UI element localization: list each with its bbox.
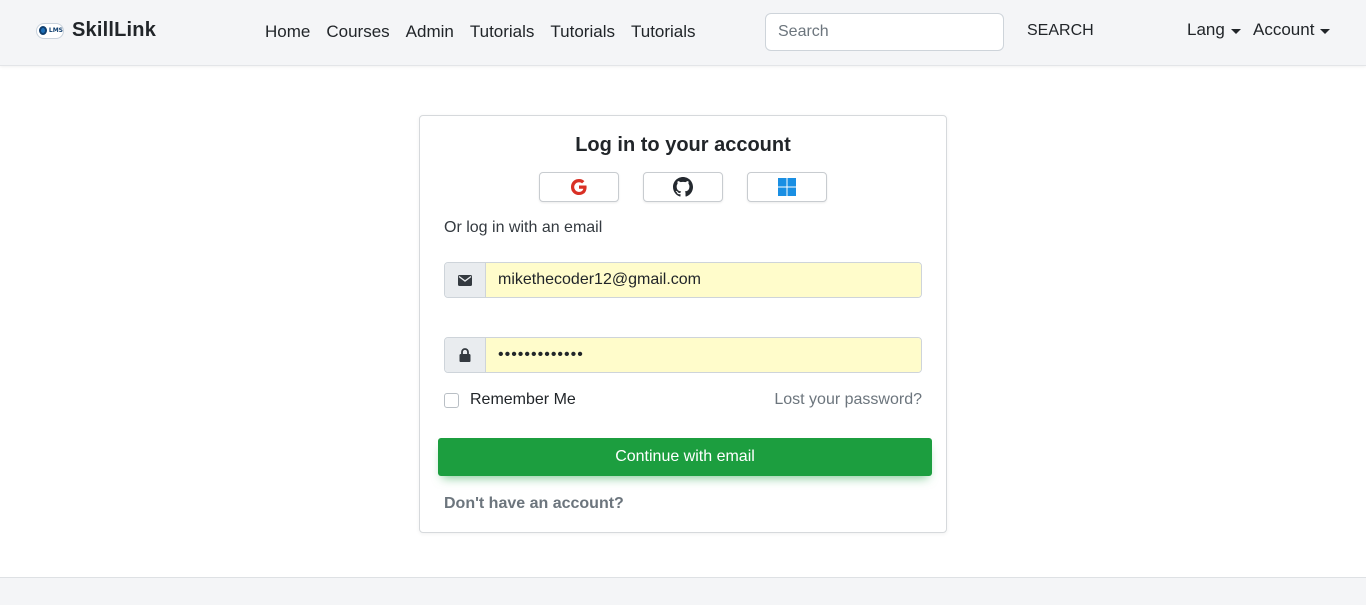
password-input-group: ••••••••••••• <box>444 337 922 373</box>
search-input[interactable] <box>765 13 1004 51</box>
lost-password-link[interactable]: Lost your password? <box>774 391 922 409</box>
email-field[interactable]: mikethecoder12@gmail.com <box>486 263 921 297</box>
nav-links: Home Courses Admin Tutorials Tutorials T… <box>257 20 704 44</box>
remember-me[interactable]: Remember Me <box>444 391 576 409</box>
windows-icon <box>778 178 796 196</box>
password-icon-addon <box>445 338 486 372</box>
logo-dot-icon <box>39 26 47 35</box>
brand-name[interactable]: SkillLink <box>72 19 156 42</box>
microsoft-login-button[interactable] <box>747 172 827 202</box>
google-icon <box>571 179 587 195</box>
lang-dropdown[interactable]: Lang <box>1187 20 1241 40</box>
brand[interactable]: LMS SkillLink <box>36 19 156 42</box>
github-login-button[interactable] <box>643 172 723 202</box>
account-dropdown-label: Account <box>1253 20 1315 39</box>
brand-logo: LMS <box>36 22 64 39</box>
lock-icon <box>459 348 471 362</box>
remember-me-checkbox[interactable] <box>444 392 459 408</box>
signup-link[interactable]: Don't have an account? <box>444 495 624 513</box>
remember-me-label[interactable]: Remember Me <box>470 391 576 409</box>
chevron-down-icon <box>1320 28 1331 34</box>
email-icon-addon <box>445 263 486 297</box>
nav-link-tutorials-3[interactable]: Tutorials <box>623 20 704 44</box>
footer-bar <box>0 577 1366 605</box>
envelope-icon <box>458 274 472 286</box>
nav-link-tutorials-2[interactable]: Tutorials <box>542 20 623 44</box>
github-icon <box>673 177 693 197</box>
lang-dropdown-label: Lang <box>1187 20 1225 39</box>
chevron-down-icon <box>1230 28 1241 34</box>
password-field[interactable]: ••••••••••••• <box>486 338 921 372</box>
nav-link-home[interactable]: Home <box>257 20 318 44</box>
login-title: Log in to your account <box>575 134 791 156</box>
account-dropdown[interactable]: Account <box>1253 20 1331 40</box>
nav-link-courses[interactable]: Courses <box>318 20 397 44</box>
search-button[interactable]: SEARCH <box>1014 20 1107 42</box>
nav-link-admin[interactable]: Admin <box>398 20 462 44</box>
top-navbar: LMS SkillLink Home Courses Admin Tutoria… <box>0 0 1366 66</box>
google-login-button[interactable] <box>539 172 619 202</box>
email-input-group: mikethecoder12@gmail.com <box>444 262 922 298</box>
email-login-hint: Or log in with an email <box>444 219 603 236</box>
login-card: Log in to your account Or log in with an… <box>419 115 947 533</box>
continue-with-email-button[interactable]: Continue with email <box>438 438 932 476</box>
nav-link-tutorials-1[interactable]: Tutorials <box>462 20 543 44</box>
brand-logo-text: LMS <box>48 27 63 34</box>
